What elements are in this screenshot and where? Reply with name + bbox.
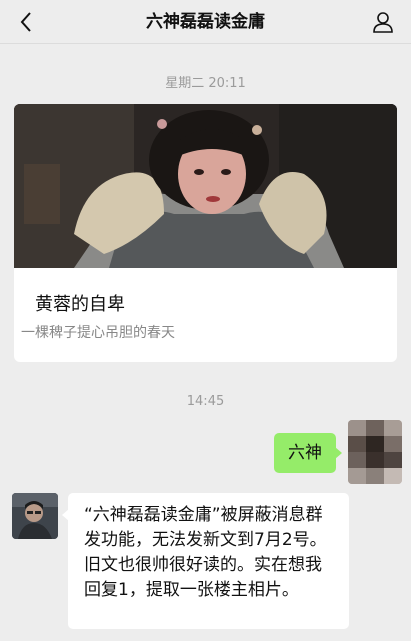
sent-message-bubble[interactable]: 六神 [274, 433, 342, 473]
article-cover-image [14, 104, 397, 268]
timestamp-2: 14:45 [186, 394, 225, 409]
chat-title: 六神磊磊读金庸 [146, 12, 265, 32]
back-button[interactable] [12, 8, 40, 36]
received-message-bubble[interactable]: “六神磊磊读金庸”被屏蔽消息群发功能，无法发新文到7月2号。旧文也很帅很好读的。… [62, 493, 349, 629]
my-avatar[interactable] [348, 420, 402, 484]
profile-button[interactable] [369, 8, 397, 36]
sender-avatar[interactable] [12, 493, 58, 539]
article-description: 一棵稗子提心吊胆的春天 [21, 325, 175, 341]
timestamp-1: 星期二 20:11 [165, 76, 246, 91]
chevron-left-icon [20, 12, 31, 32]
person-icon [373, 12, 393, 33]
navigation-bar: 六神磊磊读金庸 [0, 0, 411, 44]
article-title: 黄蓉的自卑 [35, 294, 125, 315]
